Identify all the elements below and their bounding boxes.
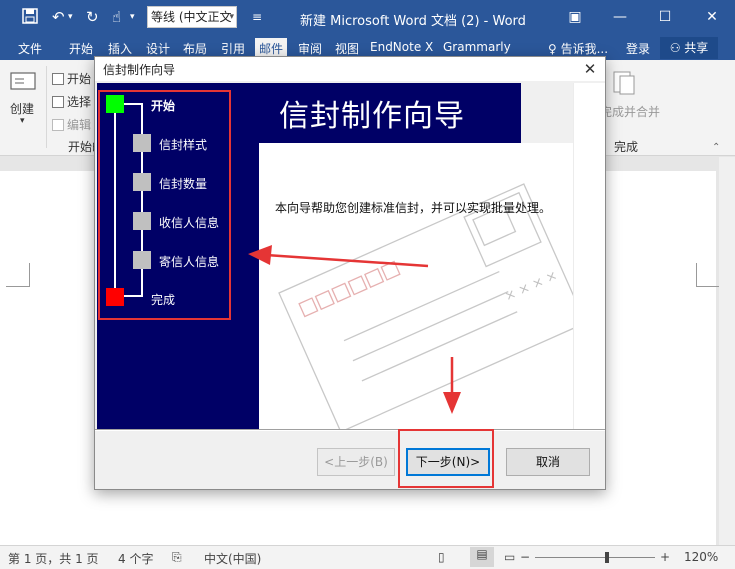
annotation-arrow-left	[248, 245, 429, 268]
annotation-arrow-down	[443, 357, 461, 414]
annotation-arrows	[248, 245, 461, 414]
